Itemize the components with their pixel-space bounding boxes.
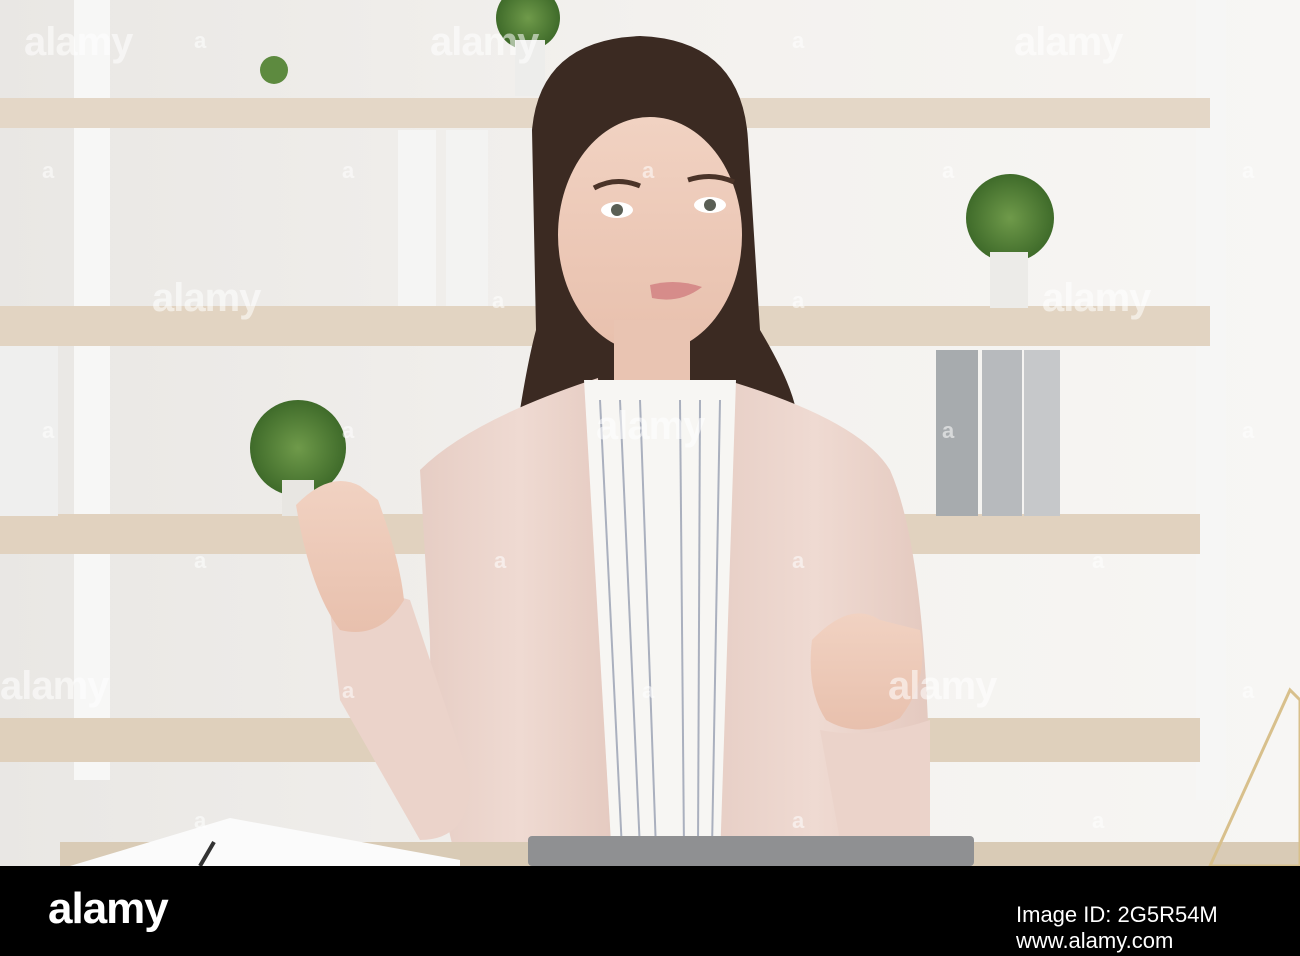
watermark-letter: a [194, 808, 207, 833]
binder-grey-2 [982, 350, 1022, 516]
watermark-letter: a [494, 548, 507, 573]
watermark: alamy [0, 664, 109, 708]
watermark-letter: a [942, 418, 955, 443]
watermark: alamy [888, 664, 997, 708]
watermark-letter: a [642, 678, 655, 703]
binder-white-1 [398, 130, 436, 306]
iris-left [611, 204, 623, 216]
site-url[interactable]: www.alamy.com [1016, 928, 1173, 954]
watermark-letter: a [792, 808, 805, 833]
watermark-letter: a [1242, 158, 1255, 183]
plant-right [966, 174, 1054, 262]
plant-pot-right [990, 252, 1028, 308]
laptop [528, 836, 974, 866]
footer-bar: alamy Image ID: 2G5R54M www.alamy.com [0, 866, 1300, 956]
brand-logo[interactable]: alamy [48, 884, 169, 934]
iris-right [704, 199, 716, 211]
watermark: alamy [1042, 276, 1151, 320]
watermark: alamy [430, 20, 539, 64]
watermark: alamy [596, 404, 705, 448]
watermark-letter: a [792, 548, 805, 573]
watermark: alamy [152, 276, 261, 320]
watermark: alamy [24, 20, 133, 64]
watermark-letter: a [342, 158, 355, 183]
watermark-letter: a [342, 418, 355, 443]
binder-grey-3 [1024, 350, 1060, 516]
watermark-letter: a [792, 288, 805, 313]
face [558, 117, 742, 353]
watermark-letter: a [42, 158, 55, 183]
watermark-letter: a [1242, 418, 1255, 443]
watermark: alamy [1014, 20, 1123, 64]
watermark-letter: a [792, 28, 805, 53]
watermark-letter: a [1092, 548, 1105, 573]
watermark-letter: a [194, 548, 207, 573]
watermark-letter: a [1092, 808, 1105, 833]
plant-small [260, 56, 288, 84]
watermark-letter: a [1242, 678, 1255, 703]
image-id: Image ID: 2G5R54M [1016, 902, 1218, 927]
stock-photo: alamy alamy alamy alamy alamy alamy alam… [0, 0, 1300, 956]
watermark-letter: a [194, 28, 207, 53]
watermark-letter: a [492, 288, 505, 313]
binder-white-2 [446, 130, 488, 306]
photo: alamy alamy alamy alamy alamy alamy alam… [0, 0, 1300, 866]
watermark-letter: a [342, 678, 355, 703]
watermark-letter: a [642, 158, 655, 183]
neck [614, 320, 690, 390]
watermark-letter: a [42, 418, 55, 443]
watermark-letter: a [942, 158, 955, 183]
